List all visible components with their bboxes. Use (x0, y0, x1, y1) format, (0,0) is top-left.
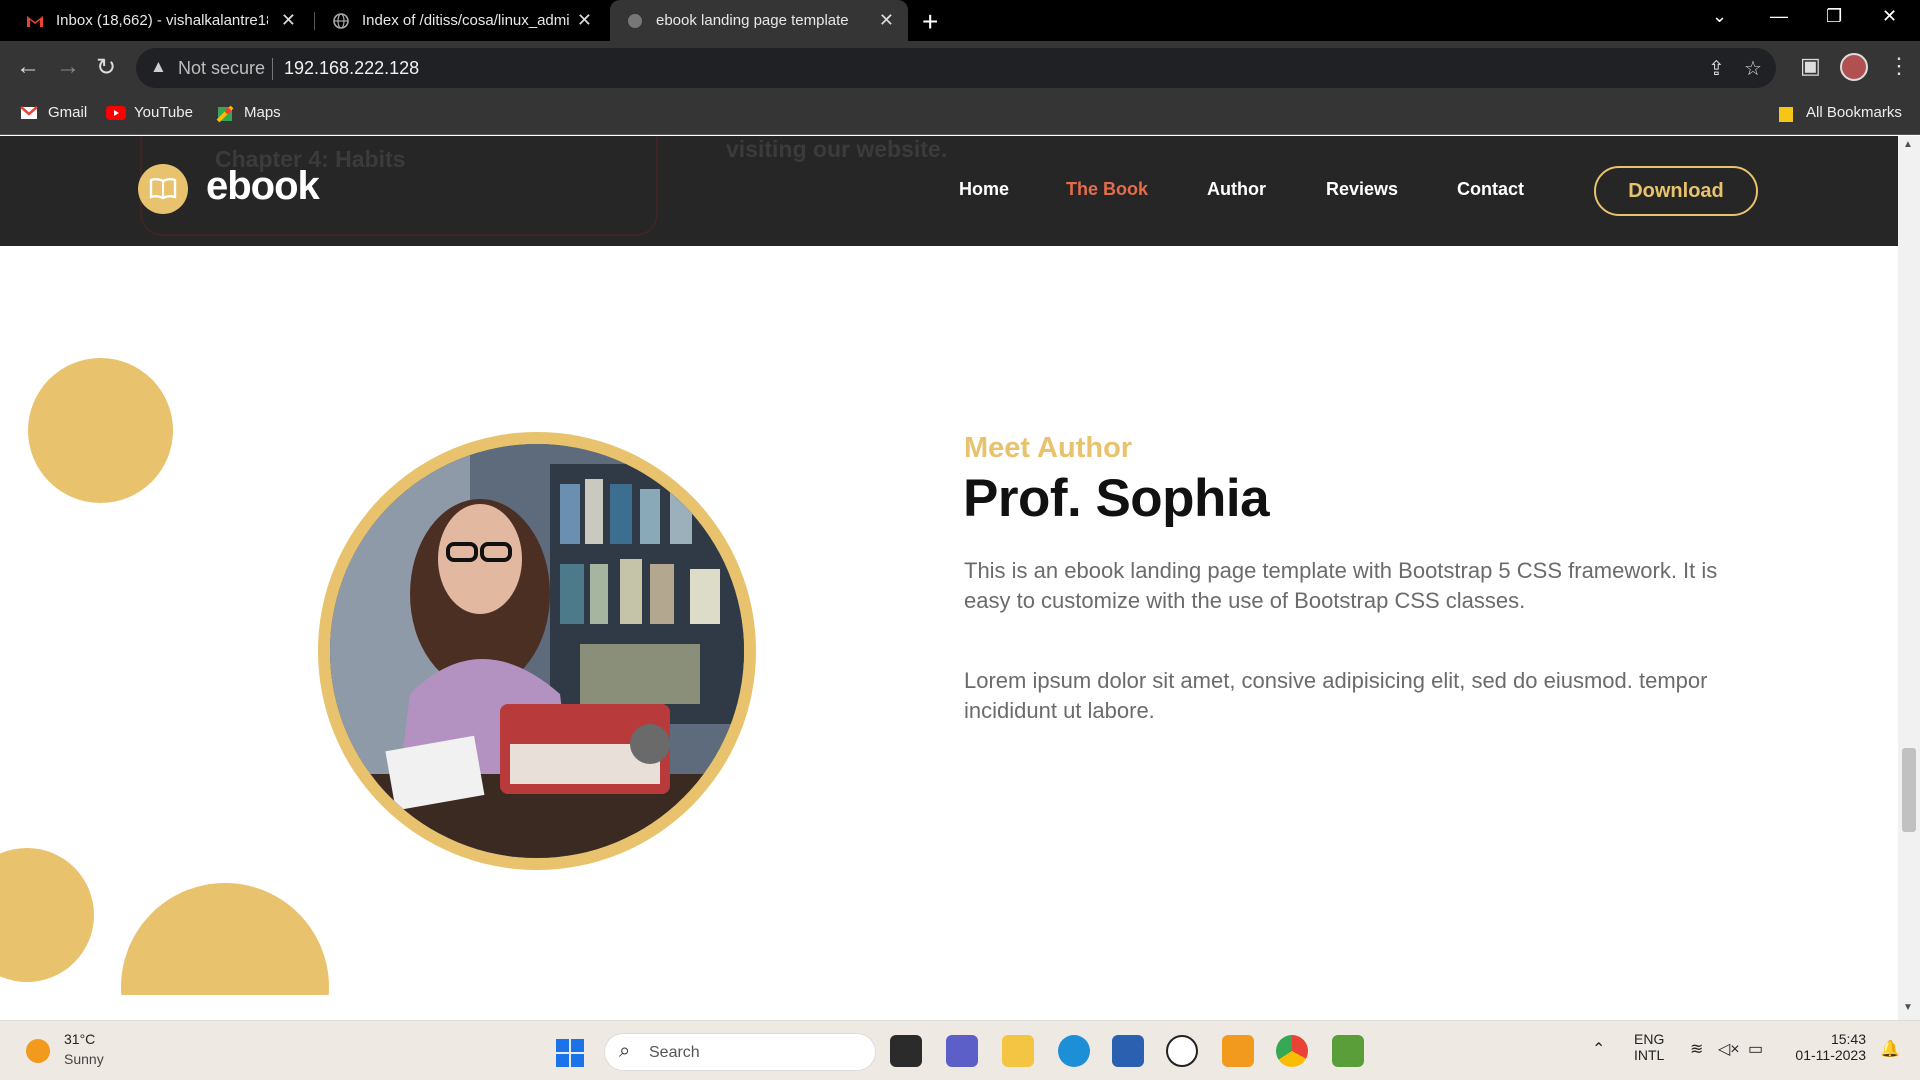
star-icon[interactable]: ☆ (1744, 56, 1762, 81)
bookmarks-bar: Gmail YouTube Maps All Bookmarks (0, 95, 1920, 135)
site-navbar: Chapter 4: Habits visiting our website. … (0, 136, 1898, 246)
share-icon[interactable]: ⇪ (1708, 56, 1725, 81)
tray-chevron-icon[interactable]: ⌃ (1592, 1039, 1605, 1059)
app-icon[interactable] (1222, 1035, 1254, 1067)
nav-author[interactable]: Author (1207, 179, 1266, 200)
security-label[interactable]: Not secure (178, 58, 265, 79)
divider (272, 58, 273, 80)
tab-ebook[interactable]: ebook landing page template ✕ (610, 0, 908, 41)
tab-index[interactable]: Index of /ditiss/cosa/linux_admi ✕ (316, 0, 606, 41)
search-placeholder: Search (649, 1044, 700, 1061)
logo-text[interactable]: ebook (206, 164, 320, 209)
store-icon[interactable] (1112, 1035, 1144, 1067)
close-tab-icon[interactable]: ✕ (577, 10, 592, 31)
all-bookmarks[interactable]: All Bookmarks (1778, 104, 1902, 122)
page-viewport: Chapter 4: Habits visiting our website. … (0, 136, 1898, 1020)
battery-icon[interactable]: ▭ (1748, 1039, 1763, 1059)
tab-title: ebook landing page template (656, 12, 849, 29)
bookmark-label: Gmail (48, 104, 88, 121)
clock-time: 15:43 (1830, 1031, 1866, 1047)
bookmark-label: Maps (244, 104, 281, 121)
bookmark-maps[interactable]: Maps (216, 104, 281, 122)
nav-home[interactable]: Home (959, 179, 1009, 200)
url-text[interactable]: 192.168.222.128 (284, 58, 419, 79)
close-tab-icon[interactable]: ✕ (281, 10, 296, 31)
author-name: Prof. Sophia (963, 469, 1270, 528)
task-view-icon[interactable] (890, 1035, 922, 1067)
dell-icon[interactable] (1166, 1035, 1198, 1067)
tab-title: Index of /ditiss/cosa/linux_admi (362, 12, 570, 29)
new-tab-button[interactable]: + (922, 6, 938, 38)
tab-title: Inbox (18,662) - vishalkalantre18 (56, 12, 268, 29)
scroll-up-icon[interactable]: ▲ (1903, 139, 1913, 150)
globe-icon (332, 12, 350, 30)
download-button[interactable]: Download (1594, 166, 1758, 216)
file-explorer-icon[interactable] (1002, 1035, 1034, 1067)
warning-icon[interactable]: ▲ (150, 57, 167, 77)
globe-icon (626, 12, 644, 30)
tab-search-icon[interactable]: ⌄ (1712, 6, 1727, 27)
minimize-icon[interactable]: — (1770, 6, 1788, 27)
wifi-icon[interactable]: ≋ (1690, 1039, 1703, 1059)
browser-toolbar: ← → ↻ ▲ Not secure 192.168.222.128 ⇪ ☆ ▣… (0, 41, 1920, 95)
sun-icon[interactable] (26, 1039, 50, 1063)
decor-circle (0, 848, 94, 982)
scroll-thumb[interactable] (1902, 748, 1916, 832)
page-scrollbar[interactable]: ▲ ▼ (1898, 136, 1920, 1020)
windows-taskbar: 31°C Sunny ⌕ Search ⌃ ENG INTL ≋ ◁× ▭ 15… (0, 1020, 1920, 1080)
browser-tab-strip: Inbox (18,662) - vishalkalantre18 ✕ Inde… (0, 0, 1920, 41)
clock[interactable]: 15:43 01-11-2023 (1786, 1031, 1866, 1063)
section-text-partial: visiting our website. (726, 136, 948, 162)
author-photo (330, 444, 744, 858)
decor-circle (28, 358, 173, 503)
nav-the-book[interactable]: The Book (1066, 179, 1148, 200)
close-window-icon[interactable]: ✕ (1882, 6, 1897, 27)
bookmark-youtube[interactable]: YouTube (106, 104, 193, 121)
section-eyebrow: Meet Author (964, 432, 1133, 464)
side-panel-icon[interactable]: ▣ (1800, 53, 1821, 79)
gmail-icon (20, 105, 38, 121)
nav-reviews[interactable]: Reviews (1326, 179, 1398, 200)
weather-temp[interactable]: 31°C (64, 1031, 95, 1047)
search-icon: ⌕ (619, 1040, 631, 1062)
address-bar[interactable]: ▲ Not secure 192.168.222.128 ⇪ ☆ (136, 48, 1776, 88)
profile-avatar[interactable] (1840, 53, 1868, 81)
clock-date: 01-11-2023 (1795, 1047, 1866, 1063)
nav-contact[interactable]: Contact (1457, 179, 1524, 200)
weather-condition[interactable]: Sunny (64, 1051, 104, 1067)
bookmark-label: YouTube (134, 104, 193, 121)
app-icon-2[interactable] (1332, 1035, 1364, 1067)
notification-bell-icon[interactable]: 🔔 (1880, 1039, 1900, 1059)
bookmark-label: All Bookmarks (1806, 104, 1902, 121)
keyboard-layout: INTL (1634, 1047, 1665, 1063)
folder-icon (1778, 105, 1796, 122)
youtube-icon (106, 105, 126, 121)
author-lorem-paragraph: Lorem ipsum dolor sit amet, consive adip… (964, 668, 1708, 723)
author-bio-paragraph: This is an ebook landing page template w… (964, 558, 1718, 613)
logo-icon[interactable] (138, 164, 188, 214)
gmail-icon (26, 12, 44, 30)
scroll-down-icon[interactable]: ▼ (1903, 1002, 1913, 1013)
edge-icon[interactable] (1058, 1035, 1090, 1067)
tab-gmail[interactable]: Inbox (18,662) - vishalkalantre18 ✕ (10, 0, 310, 41)
back-icon[interactable]: ← (16, 53, 40, 81)
chrome-icon[interactable] (1276, 1035, 1308, 1067)
taskbar-search[interactable]: ⌕ Search (604, 1033, 876, 1071)
windows-start-icon[interactable] (556, 1039, 584, 1067)
reload-icon[interactable]: ↻ (96, 53, 116, 82)
maps-icon (216, 105, 234, 122)
decor-mask (100, 995, 360, 1020)
teams-icon[interactable] (946, 1035, 978, 1067)
forward-icon[interactable]: → (56, 53, 80, 81)
close-tab-icon[interactable]: ✕ (879, 10, 894, 31)
restore-icon[interactable]: ❐ (1826, 6, 1842, 27)
tab-divider (314, 12, 315, 30)
muted-speaker-icon[interactable]: ◁× (1718, 1039, 1740, 1059)
author-portrait (318, 432, 756, 870)
language-code: ENG (1634, 1031, 1665, 1047)
language-indicator[interactable]: ENG INTL (1634, 1031, 1664, 1063)
bookmark-gmail[interactable]: Gmail (20, 104, 87, 121)
menu-icon[interactable]: ⋮ (1888, 53, 1910, 79)
